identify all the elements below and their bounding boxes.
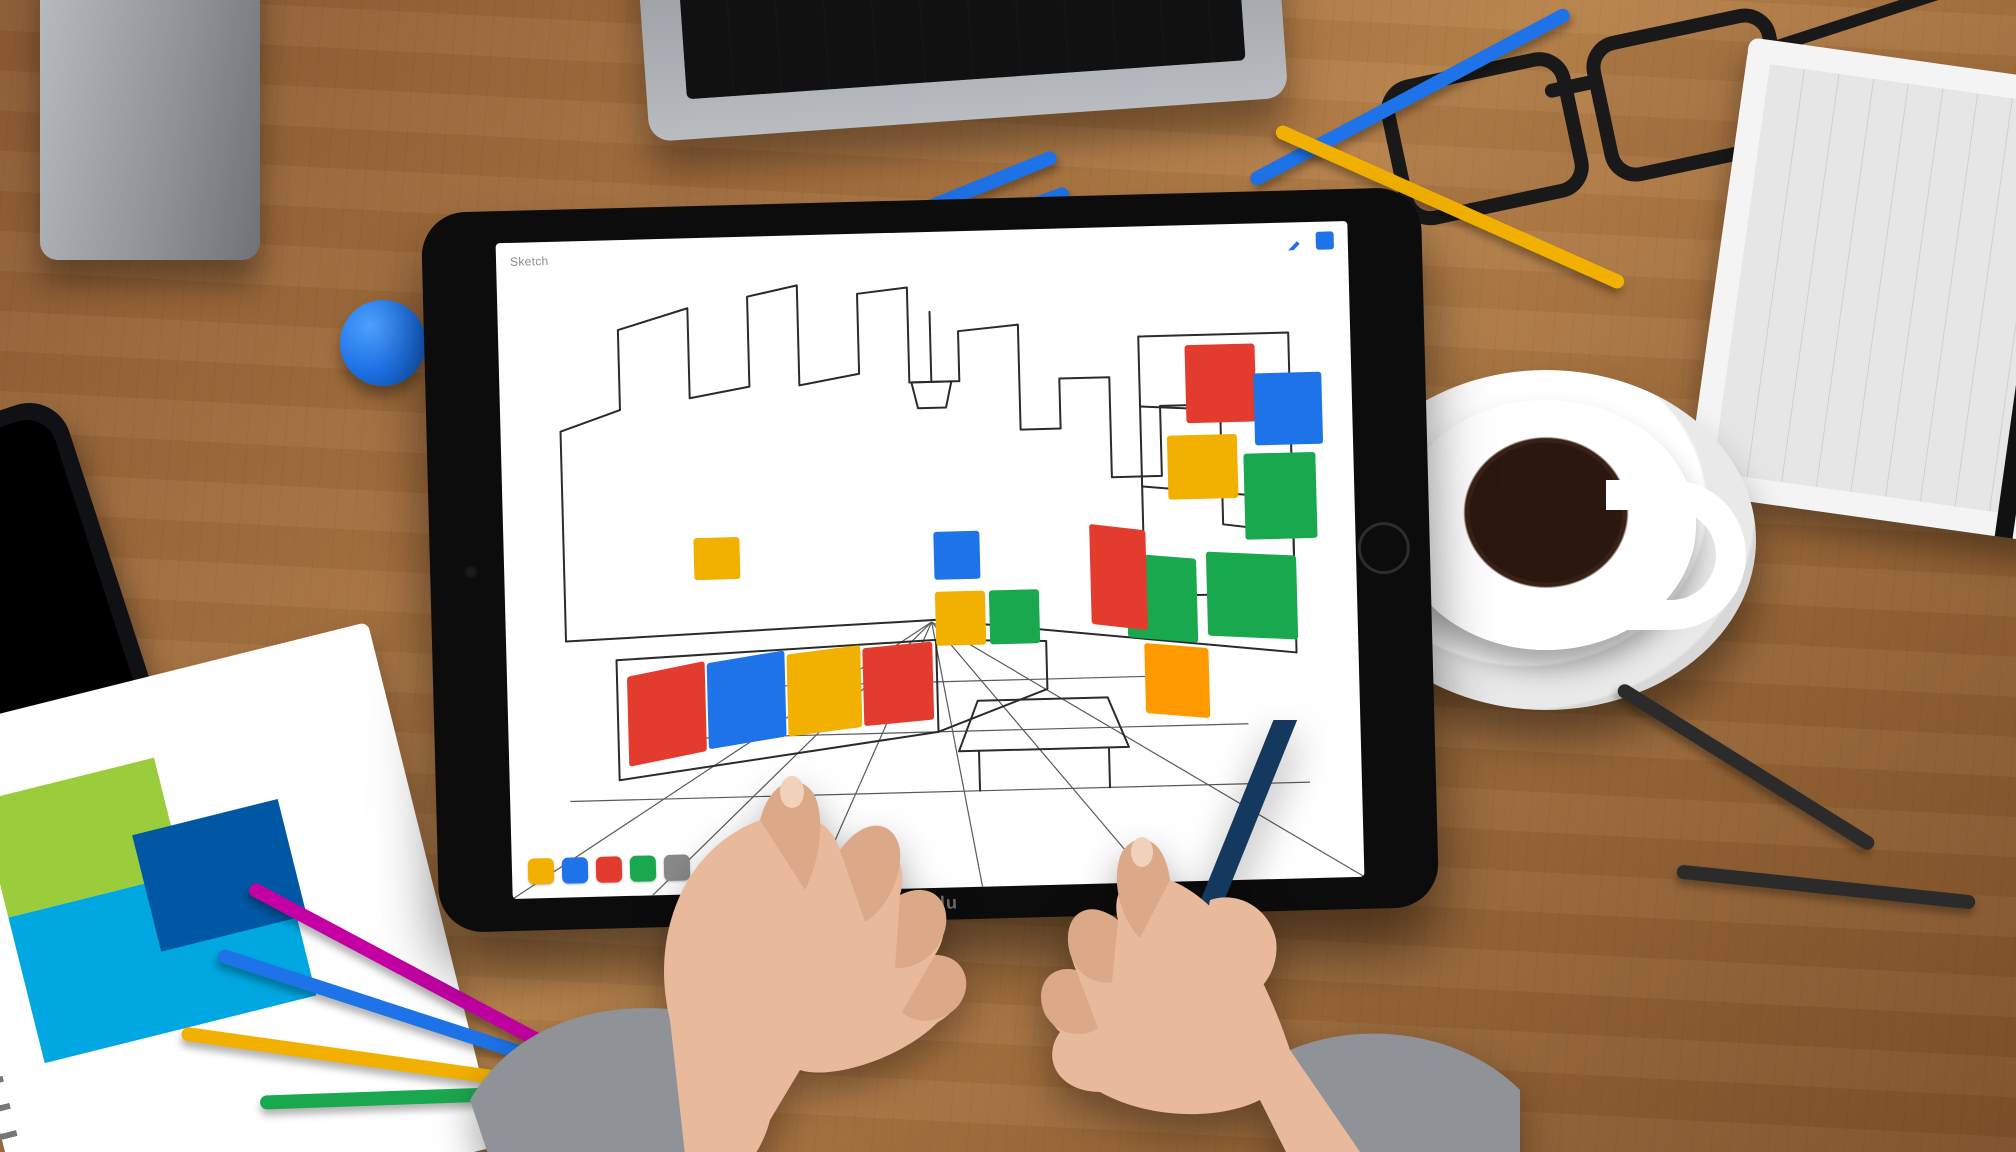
desk-scene: iBlu Sketch xyxy=(0,0,2016,1152)
color-block xyxy=(933,531,980,580)
pencil-black xyxy=(1615,682,1877,853)
blue-cap xyxy=(340,300,426,386)
laptop xyxy=(632,0,1289,142)
color-block xyxy=(1144,643,1210,718)
color-block xyxy=(989,589,1040,644)
color-block xyxy=(693,537,740,580)
pencil-black xyxy=(1676,864,1976,909)
right-hand xyxy=(960,720,1520,1152)
left-hand xyxy=(470,700,990,1152)
home-button[interactable] xyxy=(1357,521,1410,574)
color-block xyxy=(1184,343,1256,423)
pencil-cup xyxy=(40,0,260,260)
tablet-camera xyxy=(464,565,478,579)
color-block xyxy=(1089,524,1148,630)
color-block xyxy=(1206,552,1298,640)
color-block xyxy=(1243,452,1317,540)
color-block xyxy=(935,591,986,646)
color-block xyxy=(1167,434,1239,500)
color-block xyxy=(1253,372,1323,446)
